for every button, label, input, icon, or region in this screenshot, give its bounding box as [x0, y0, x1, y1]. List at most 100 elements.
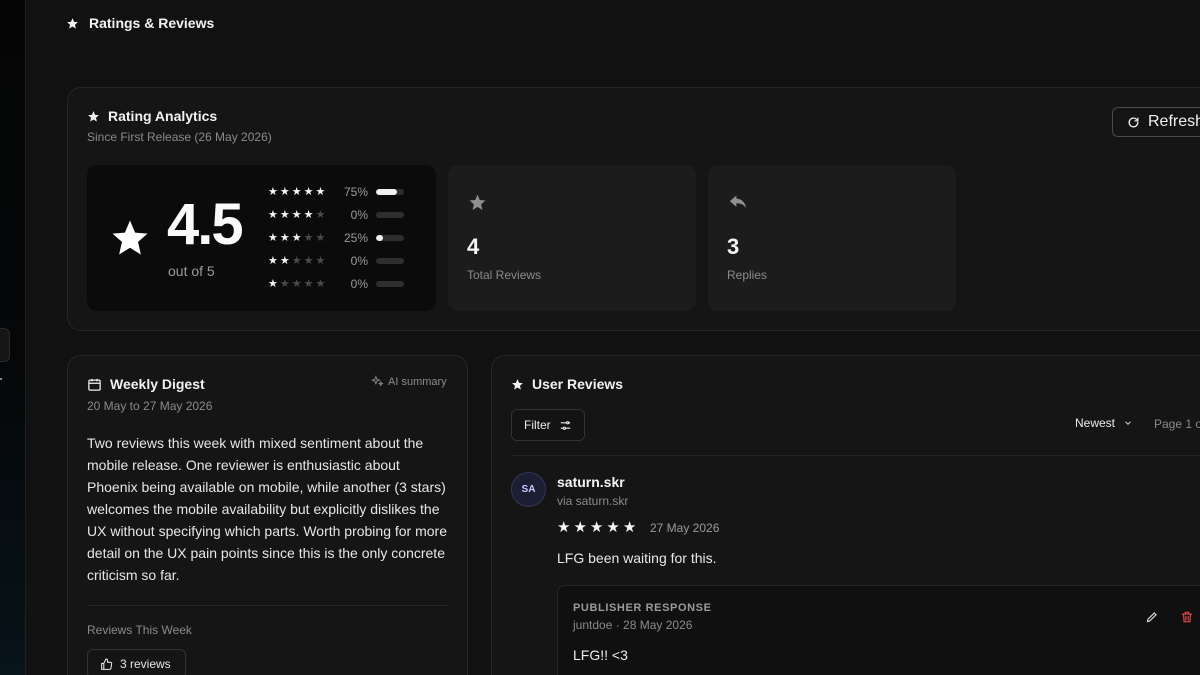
- star-icon: [67, 17, 78, 29]
- sidebar: [0, 0, 26, 675]
- replies-label: Replies: [727, 268, 768, 282]
- star-icon: [469, 194, 486, 210]
- star-icon: ★: [315, 208, 326, 221]
- reviews-header: User Reviews: [511, 376, 623, 392]
- analytics-title: Rating Analytics: [108, 108, 218, 124]
- star-icon: ★: [268, 185, 278, 198]
- star-icon: ★: [268, 254, 278, 267]
- review-rating: ★ ★ ★ ★ ★: [557, 520, 636, 535]
- user-reviews-card: User Reviews Filter Newest Page 1 of 1 S…: [491, 355, 1200, 675]
- rating-distribution-row: ★ ★ ★ ★ ★ 75%: [268, 184, 404, 200]
- review-text: LFG been waiting for this.: [557, 550, 717, 566]
- reviews-title: User Reviews: [532, 376, 624, 392]
- delete-response-button[interactable]: [1178, 608, 1196, 626]
- digest-summary: Two reviews this week with mixed sentime…: [87, 435, 448, 583]
- review-count-label: 3 reviews: [120, 657, 171, 671]
- sliders-icon: [560, 420, 571, 430]
- ai-summary-badge: AI summary: [371, 375, 447, 388]
- average-rating-value: 4.5: [167, 192, 244, 257]
- star-icon: ★: [291, 254, 302, 267]
- star-icon: [112, 220, 148, 255]
- pencil-icon: [1146, 612, 1157, 623]
- star-icon: ★: [303, 254, 314, 267]
- analytics-subtitle: Since First Release (26 May 2026): [87, 130, 272, 144]
- divider: [511, 455, 1200, 456]
- response-text: LFG!! <3: [573, 647, 628, 663]
- star-icon: ★: [291, 185, 302, 198]
- rating-analytics-card: Rating Analytics Since First Release (26…: [67, 87, 1200, 331]
- star-icon: ★: [279, 277, 290, 290]
- star-icon: ★: [315, 231, 326, 244]
- reply-icon: [729, 195, 747, 209]
- analytics-header: Rating Analytics: [87, 108, 217, 124]
- star-icon: ★: [303, 231, 314, 244]
- distribution-bar: [376, 212, 404, 218]
- star-icon: ★: [279, 254, 290, 267]
- reviewer-name: saturn.skr: [557, 474, 625, 490]
- ai-summary-label: AI summary: [388, 375, 447, 388]
- thumbs-up-icon: [101, 658, 113, 670]
- rating-scale-label: out of 5: [168, 263, 215, 279]
- filter-label: Filter: [524, 418, 551, 432]
- star-icon: [512, 378, 523, 390]
- reviews-this-week-label: Reviews This Week: [87, 623, 192, 637]
- star-icon: ★: [291, 208, 302, 221]
- page-indicator: Page 1 of 1: [1154, 417, 1200, 431]
- chevron-down-icon: [1125, 421, 1131, 425]
- digest-date-range: 20 May to 27 May 2026: [87, 399, 213, 413]
- reviewer-source: via saturn.skr: [557, 494, 629, 508]
- stat-card-replies: 3 Replies: [708, 165, 956, 311]
- distribution-percent: 0%: [350, 208, 368, 222]
- review-date: 27 May 2026: [650, 521, 720, 535]
- divider: [87, 605, 448, 606]
- distribution-percent: 0%: [350, 277, 368, 291]
- reviews-this-week-count[interactable]: 3 reviews: [87, 649, 186, 675]
- sidebar-indicator: [0, 378, 2, 380]
- distribution-bar: [376, 189, 404, 195]
- stat-card-total-reviews: 4 Total Reviews: [448, 165, 696, 311]
- distribution-stars: ★ ★ ★ ★ ★: [268, 208, 336, 221]
- distribution-stars: ★ ★ ★ ★ ★: [268, 254, 336, 267]
- distribution-percent: 25%: [343, 231, 368, 245]
- sort-select[interactable]: Newest: [1075, 416, 1133, 430]
- star-icon: ★: [303, 277, 314, 290]
- distribution-stars: ★ ★ ★ ★ ★: [268, 277, 336, 290]
- star-icon: [88, 110, 99, 122]
- distribution-bar-fill: [376, 189, 397, 195]
- trash-icon: [1181, 611, 1193, 623]
- response-meta: juntdoe · 28 May 2026: [573, 618, 693, 632]
- rating-distribution-row: ★ ★ ★ ★ ★ 25%: [268, 230, 404, 246]
- distribution-bar: [376, 235, 404, 241]
- refresh-label: Refresh: [1148, 113, 1200, 130]
- sparkles-icon: [371, 375, 384, 387]
- distribution-bar: [376, 281, 404, 287]
- sidebar-collapse-handle[interactable]: [0, 328, 10, 362]
- distribution-percent: 75%: [343, 185, 368, 199]
- distribution-stars: ★ ★ ★ ★ ★: [268, 185, 336, 198]
- edit-response-button[interactable]: [1143, 608, 1161, 626]
- star-icon: ★: [573, 519, 587, 536]
- star-icon: ★: [557, 519, 571, 536]
- filter-button[interactable]: Filter: [511, 409, 585, 441]
- star-icon: ★: [315, 254, 326, 267]
- star-icon: ★: [315, 277, 326, 290]
- distribution-percent: 0%: [350, 254, 368, 268]
- star-icon: ★: [622, 519, 637, 536]
- total-reviews-label: Total Reviews: [467, 268, 542, 282]
- calendar-icon: [88, 378, 101, 391]
- star-icon: ★: [291, 277, 302, 290]
- refresh-icon: [1128, 116, 1139, 127]
- star-icon: ★: [268, 277, 278, 290]
- digest-title: Weekly Digest: [110, 376, 205, 392]
- rating-distribution-row: ★ ★ ★ ★ ★ 0%: [268, 276, 404, 292]
- star-icon: ★: [315, 185, 326, 198]
- page-title: Ratings & Reviews: [89, 15, 215, 31]
- distribution-bar: [376, 258, 404, 264]
- distribution-bar-fill: [376, 235, 383, 241]
- replies-value: 3: [727, 234, 740, 259]
- rating-distribution-row: ★ ★ ★ ★ ★ 0%: [268, 207, 404, 223]
- refresh-button[interactable]: Refresh: [1112, 107, 1200, 137]
- digest-header: Weekly Digest: [87, 376, 205, 392]
- star-icon: ★: [279, 208, 290, 221]
- rating-distribution-row: ★ ★ ★ ★ ★ 0%: [268, 253, 404, 269]
